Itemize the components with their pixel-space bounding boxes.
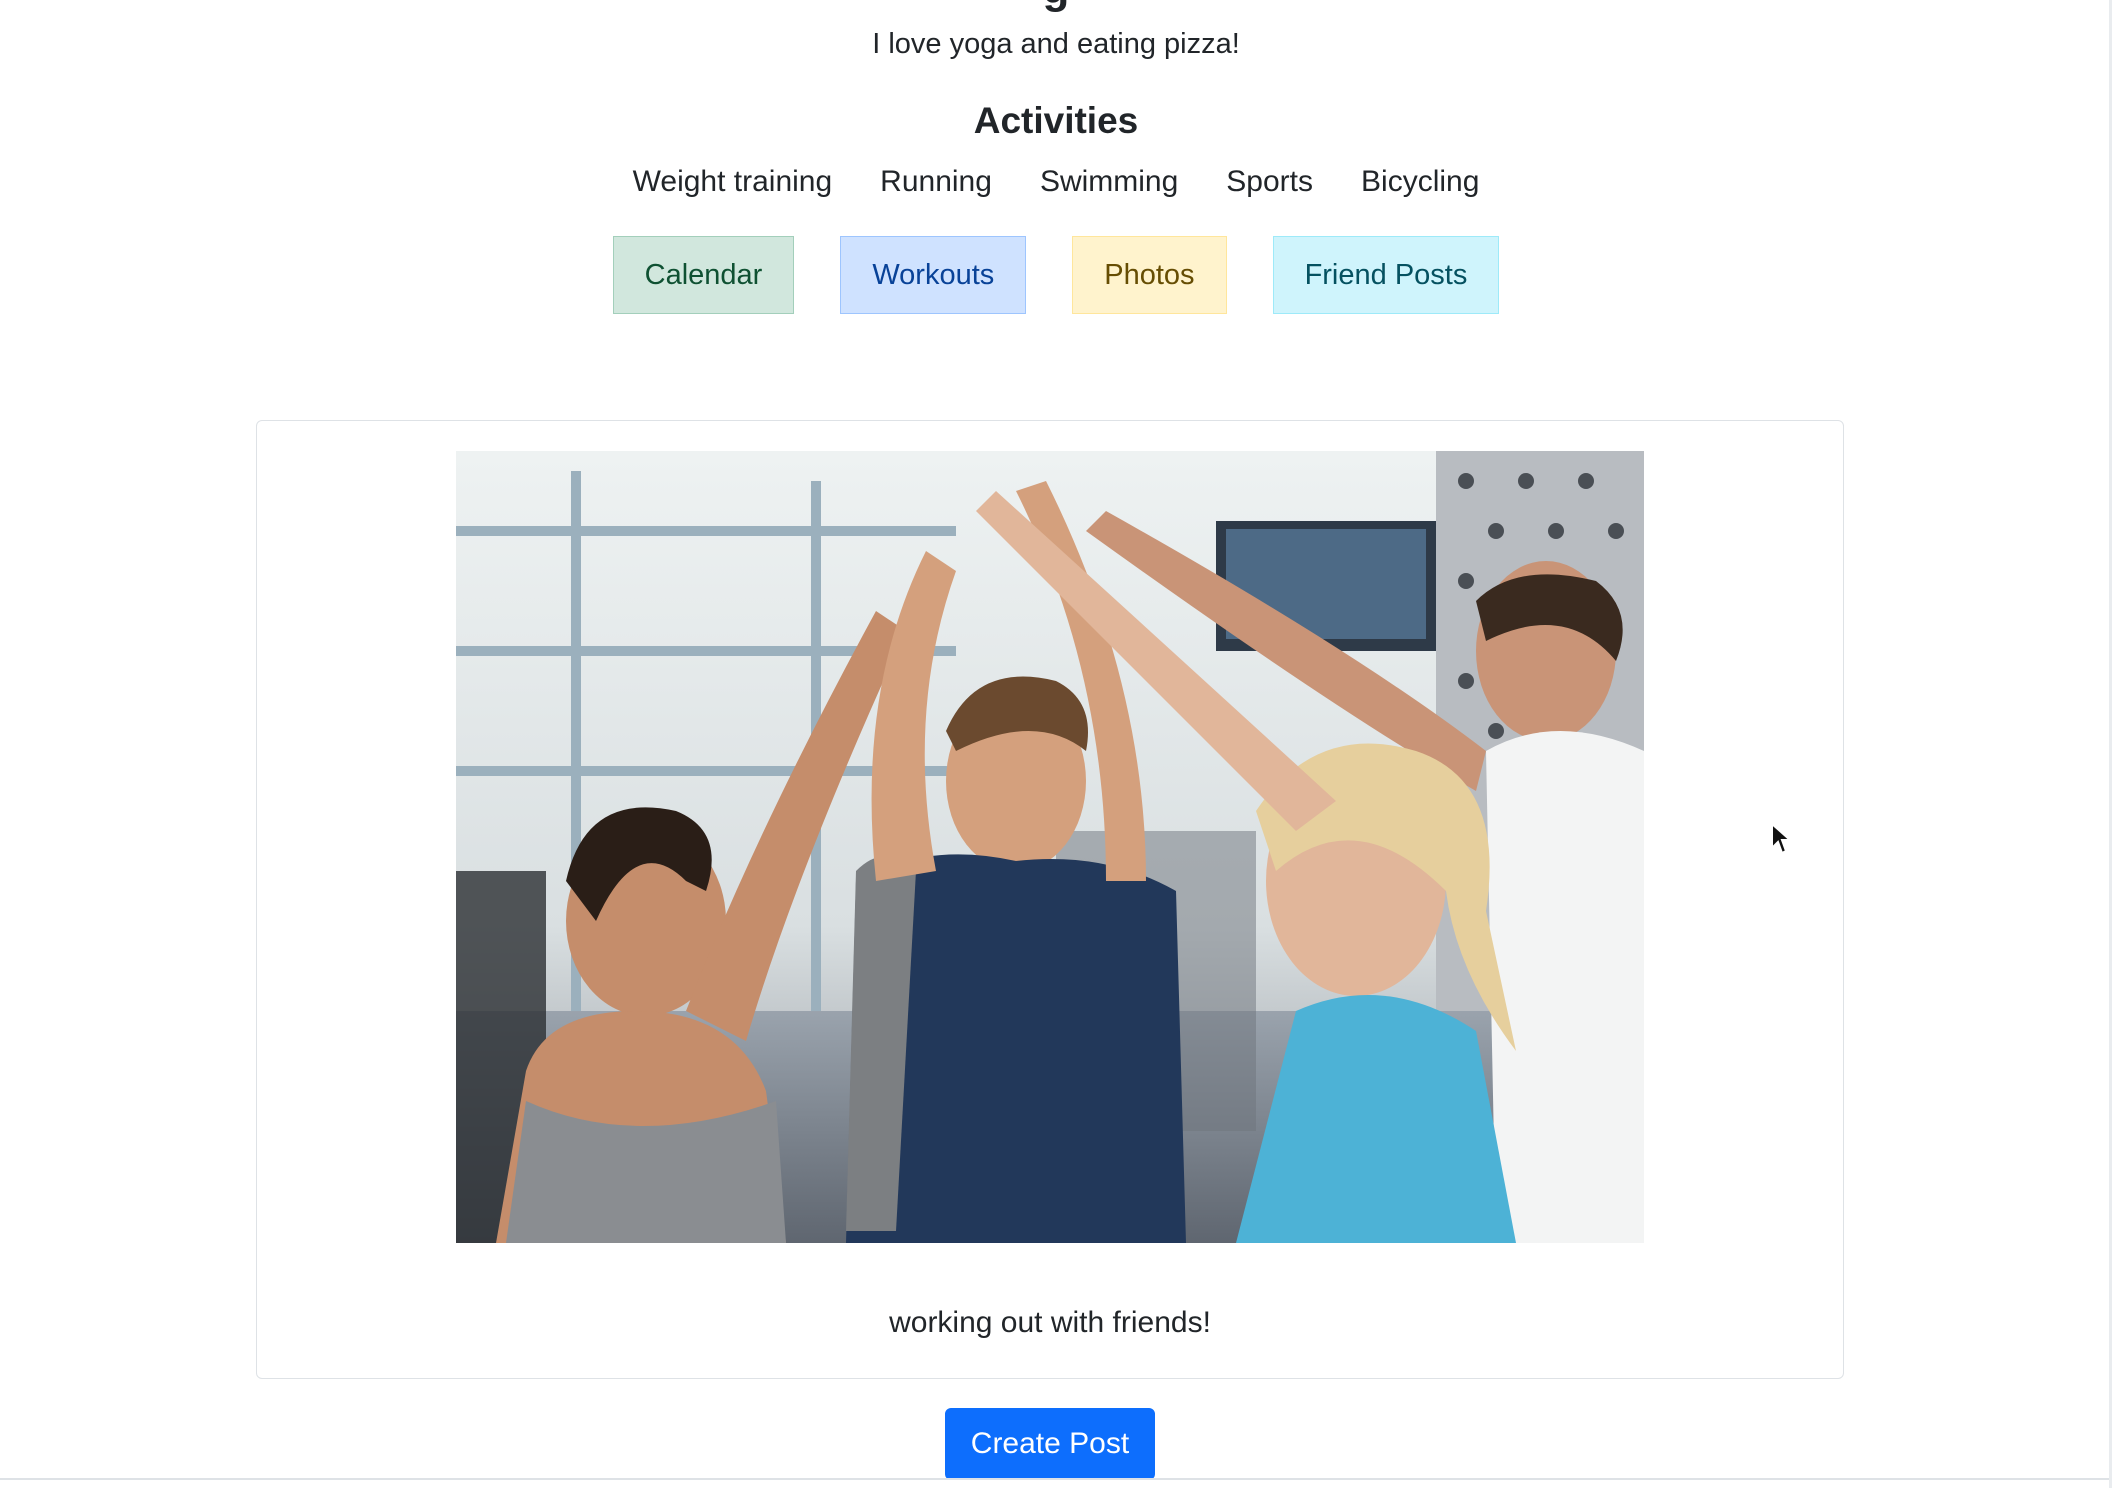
section-nav: Calendar Workouts Photos Friend Posts — [0, 236, 2112, 314]
mouse-cursor-icon — [1770, 821, 1794, 856]
post-caption: working out with friends! — [889, 1306, 1211, 1339]
post-card: working out with friends! — [256, 420, 1844, 1379]
post-image — [456, 451, 1644, 1243]
profile-bio: I love yoga and eating pizza! — [872, 28, 1240, 60]
photos-button[interactable]: Photos — [1072, 236, 1227, 314]
page-divider — [0, 1478, 2112, 1480]
activity-list: Weight training Running Swimming Sports … — [0, 160, 2112, 204]
workouts-button[interactable]: Workouts — [840, 236, 1027, 314]
create-post-button[interactable]: Create Post — [945, 1408, 1155, 1480]
friend-posts-button[interactable]: Friend Posts — [1272, 236, 1500, 314]
activity-item: Running — [880, 165, 992, 198]
profile-page: g I love yoga and eating pizza! Activiti… — [0, 0, 2112, 1488]
profile-username: g — [0, 0, 2112, 14]
activity-item: Bicycling — [1361, 165, 1480, 198]
activity-item: Weight training — [632, 165, 833, 198]
activities-heading: Activities — [973, 100, 1139, 141]
activity-item: Sports — [1226, 165, 1314, 198]
activity-item: Swimming — [1039, 165, 1179, 198]
calendar-button[interactable]: Calendar — [612, 236, 795, 314]
